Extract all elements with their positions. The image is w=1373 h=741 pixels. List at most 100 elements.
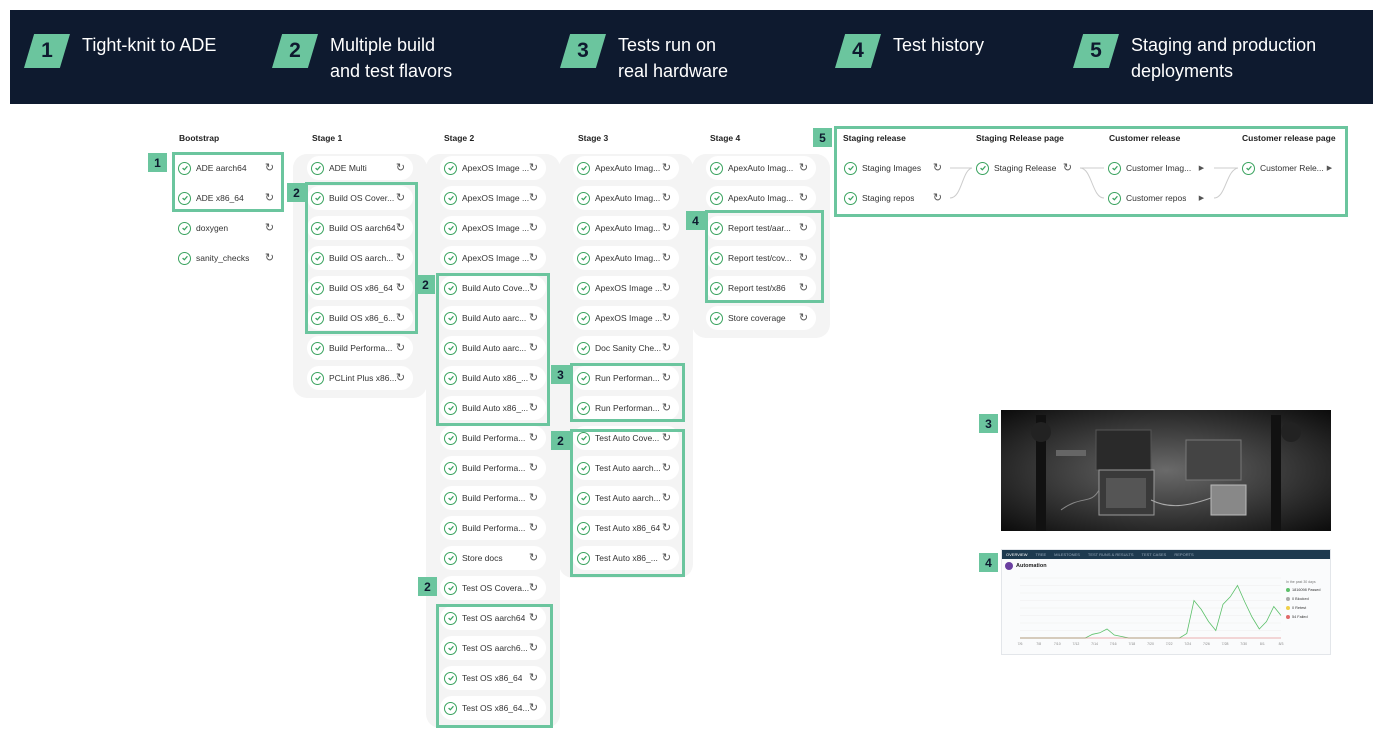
rerun-icon[interactable]: ↻ xyxy=(527,551,540,564)
check-icon xyxy=(577,341,590,355)
pipeline-node[interactable]: ApexAuto Imag... ↻ xyxy=(573,156,679,180)
column-title-stage4: Stage 4 xyxy=(710,133,741,143)
node-label: Build Performa... xyxy=(329,343,393,353)
legend-item: 1816098 Passed xyxy=(1286,588,1330,592)
legend-item: 0 Retest xyxy=(1286,606,1330,610)
pipeline-node[interactable]: Store docs ↻ xyxy=(440,546,546,570)
x-tick-label: 7/24 xyxy=(1184,642,1191,646)
legend-list: 1816098 Passed 0 Blocked 0 Retest 54 Failed xyxy=(1286,588,1330,619)
highlight-report-test xyxy=(705,210,824,303)
check-icon xyxy=(577,161,590,175)
pipeline-node[interactable]: Build Performa... ↻ xyxy=(440,426,546,450)
highlight-test-os xyxy=(436,604,553,728)
header-number: 4 xyxy=(835,34,881,68)
x-tick-label: 7/8 xyxy=(1036,642,1041,646)
pipeline-node[interactable]: PCLint Plus x86... ↻ xyxy=(307,366,413,390)
node-label: ApexOS Image ... xyxy=(595,283,663,293)
rerun-icon[interactable]: ↻ xyxy=(527,491,540,504)
legend-dot xyxy=(1286,615,1290,619)
rerun-icon[interactable]: ↻ xyxy=(527,251,540,264)
header-text: Test history xyxy=(893,35,985,55)
tab-milestones[interactable]: MILESTONES xyxy=(1054,552,1080,557)
pipeline-node[interactable]: ApexOS Image ... ↻ xyxy=(440,216,546,240)
callout-tag: 2 xyxy=(551,431,570,450)
node-label: Build Performa... xyxy=(462,433,526,443)
rerun-icon[interactable]: ↻ xyxy=(660,311,673,324)
pipeline-node[interactable]: sanity_checks ↻ xyxy=(174,246,282,270)
node-label: ApexAuto Imag... xyxy=(595,223,661,233)
pipeline-node[interactable]: Store coverage ↻ xyxy=(706,306,816,330)
dashboard-title-row: Automation xyxy=(1002,559,1330,573)
rerun-icon[interactable]: ↻ xyxy=(660,191,673,204)
pipeline-node[interactable]: Test OS Covera... ↻ xyxy=(440,576,546,600)
pipeline-node[interactable]: Build Performa... ↻ xyxy=(440,486,546,510)
header-number: 5 xyxy=(1073,34,1119,68)
callout-tag: 3 xyxy=(979,414,998,433)
rerun-icon[interactable]: ↻ xyxy=(394,161,407,174)
check-icon xyxy=(178,251,191,265)
pipeline-node[interactable]: ApexAuto Imag... ↻ xyxy=(573,246,679,270)
rerun-icon[interactable]: ↻ xyxy=(797,161,810,174)
node-label: Build Performa... xyxy=(462,493,526,503)
tab-test-cases[interactable]: TEST CASES xyxy=(1142,552,1167,557)
rerun-icon[interactable]: ↻ xyxy=(797,191,810,204)
dashboard-tabbar: OVERVIEW TREE MILESTONES TEST RUNS & RES… xyxy=(1002,550,1330,559)
node-label: Store coverage xyxy=(728,313,786,323)
automation-icon xyxy=(1005,562,1013,570)
x-tick-label: 7/14 xyxy=(1091,642,1098,646)
tab-test-runs[interactable]: TEST RUNS & RESULTS xyxy=(1088,552,1134,557)
legend-label: 0 Blocked xyxy=(1292,597,1309,601)
header-item-5: 5 Staging and production deployments xyxy=(1073,32,1361,84)
rerun-icon[interactable]: ↻ xyxy=(660,341,673,354)
pipeline-node[interactable]: ApexAuto Imag... ↻ xyxy=(706,186,816,210)
rerun-icon[interactable]: ↻ xyxy=(527,581,540,594)
check-icon xyxy=(577,191,590,205)
pipeline-node[interactable]: ApexOS Image ... ↻ xyxy=(573,276,679,300)
pipeline-node[interactable]: Build Performa... ↻ xyxy=(307,336,413,360)
check-icon xyxy=(311,161,324,175)
check-icon xyxy=(577,221,590,235)
rerun-icon[interactable]: ↻ xyxy=(660,251,673,264)
highlight-ade xyxy=(172,152,284,212)
pipeline-node[interactable]: ApexOS Image ... ↻ xyxy=(573,306,679,330)
rerun-icon[interactable]: ↻ xyxy=(527,461,540,474)
pipeline-node[interactable]: ApexOS Image ... ↻ xyxy=(440,186,546,210)
x-tick-label: 7/16 xyxy=(1110,642,1117,646)
rerun-icon[interactable]: ↻ xyxy=(527,431,540,444)
pipeline-node[interactable]: Build Performa... ↻ xyxy=(440,456,546,480)
pipeline-node[interactable]: ADE Multi ↻ xyxy=(307,156,413,180)
x-tick-label: 7/12 xyxy=(1073,642,1080,646)
legend-item: 54 Failed xyxy=(1286,615,1330,619)
node-label: sanity_checks xyxy=(196,253,250,263)
pipeline-node[interactable]: ApexAuto Imag... ↻ xyxy=(706,156,816,180)
rerun-icon[interactable]: ↻ xyxy=(797,311,810,324)
rerun-icon[interactable]: ↻ xyxy=(394,341,407,354)
tab-overview[interactable]: OVERVIEW xyxy=(1006,552,1028,557)
tab-tree[interactable]: TREE xyxy=(1036,552,1047,557)
header-item-3: 3 Tests run on real hardware xyxy=(560,32,743,84)
pipeline-node[interactable]: ApexAuto Imag... ↻ xyxy=(573,186,679,210)
pipeline-node[interactable]: Doc Sanity Che... ↻ xyxy=(573,336,679,360)
tab-reports[interactable]: REPORTS xyxy=(1174,552,1193,557)
node-label: ApexOS Image ... xyxy=(462,163,530,173)
rerun-icon[interactable]: ↻ xyxy=(527,221,540,234)
x-tick-label: 8/3 xyxy=(1279,642,1284,646)
rerun-icon[interactable]: ↻ xyxy=(660,161,673,174)
rerun-icon[interactable]: ↻ xyxy=(263,251,276,264)
pipeline-node[interactable]: doxygen ↻ xyxy=(174,216,282,240)
rerun-icon[interactable]: ↻ xyxy=(263,221,276,234)
rerun-icon[interactable]: ↻ xyxy=(527,521,540,534)
rerun-icon[interactable]: ↻ xyxy=(527,161,540,174)
rerun-icon[interactable]: ↻ xyxy=(527,191,540,204)
pipeline-node[interactable]: ApexOS Image ... ↻ xyxy=(440,156,546,180)
rerun-icon[interactable]: ↻ xyxy=(660,221,673,234)
check-icon xyxy=(577,311,590,325)
x-tick-label: 7/20 xyxy=(1147,642,1154,646)
dashboard-legend: In the past 30 days 1816098 Passed 0 Bloc… xyxy=(1286,580,1330,624)
pipeline-node[interactable]: ApexAuto Imag... ↻ xyxy=(573,216,679,240)
check-icon xyxy=(444,251,457,265)
pipeline-node[interactable]: ApexOS Image ... ↻ xyxy=(440,246,546,270)
rerun-icon[interactable]: ↻ xyxy=(660,281,673,294)
pipeline-node[interactable]: Build Performa... ↻ xyxy=(440,516,546,540)
rerun-icon[interactable]: ↻ xyxy=(394,371,407,384)
